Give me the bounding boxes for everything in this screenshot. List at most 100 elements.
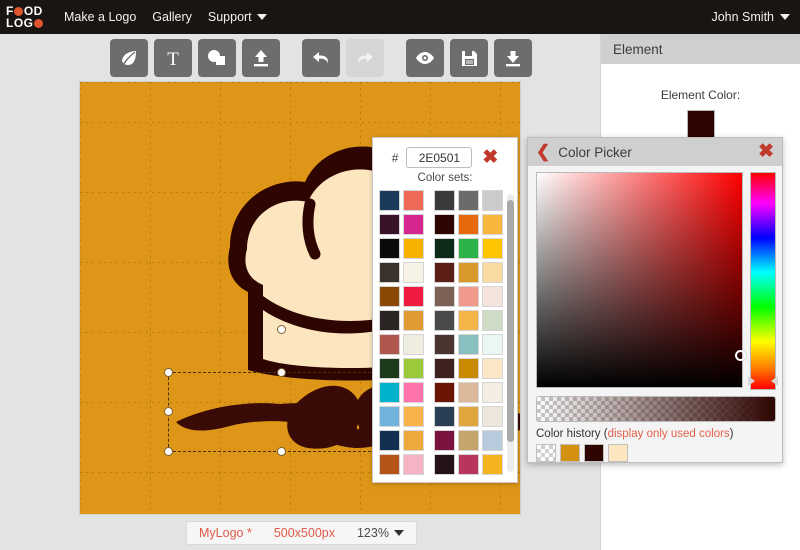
color-swatch[interactable]: [403, 382, 424, 403]
color-swatch[interactable]: [403, 406, 424, 427]
color-swatch[interactable]: [482, 310, 503, 331]
color-swatch[interactable]: [403, 214, 424, 235]
undo-button[interactable]: [302, 39, 340, 77]
color-swatch[interactable]: [403, 238, 424, 259]
color-swatch[interactable]: [403, 190, 424, 211]
hue-slider-thumb[interactable]: [748, 376, 778, 386]
color-swatch[interactable]: [434, 262, 455, 283]
color-swatch[interactable]: [434, 334, 455, 355]
color-swatch[interactable]: [458, 310, 479, 331]
color-swatch[interactable]: [458, 214, 479, 235]
color-swatch[interactable]: [403, 454, 424, 475]
color-swatch[interactable]: [379, 286, 400, 307]
color-swatch[interactable]: [434, 238, 455, 259]
swatch-scrollbar-thumb[interactable]: [507, 200, 514, 442]
color-swatch[interactable]: [458, 406, 479, 427]
color-swatch[interactable]: [482, 214, 503, 235]
color-swatch[interactable]: [482, 190, 503, 211]
color-swatch[interactable]: [482, 382, 503, 403]
color-swatch[interactable]: [379, 214, 400, 235]
color-swatch[interactable]: [379, 454, 400, 475]
hue-slider[interactable]: [750, 172, 776, 390]
color-history-swatch-cream[interactable]: [608, 444, 628, 462]
color-swatch[interactable]: [379, 238, 400, 259]
color-swatch[interactable]: [458, 238, 479, 259]
document-name-label[interactable]: MyLogo *: [199, 526, 252, 540]
color-swatch[interactable]: [434, 286, 455, 307]
hex-color-input[interactable]: [406, 147, 473, 168]
selection-bounding-box[interactable]: [164, 325, 400, 456]
color-swatch[interactable]: [379, 382, 400, 403]
color-history-swatch-orange[interactable]: [560, 444, 580, 462]
nav-item-support[interactable]: Support: [208, 10, 267, 24]
color-swatch[interactable]: [482, 406, 503, 427]
color-swatch[interactable]: [482, 238, 503, 259]
zoom-selector[interactable]: 123%: [357, 526, 404, 540]
color-swatch[interactable]: [458, 286, 479, 307]
text-tool[interactable]: T: [154, 39, 192, 77]
color-swatch[interactable]: [403, 334, 424, 355]
save-icon: [458, 47, 480, 69]
color-swatch[interactable]: [482, 262, 503, 283]
color-swatch[interactable]: [482, 430, 503, 451]
color-history-swatch-transparent[interactable]: [536, 444, 556, 462]
color-swatch[interactable]: [379, 262, 400, 283]
rotate-handle[interactable]: [277, 325, 286, 334]
preview-button[interactable]: [406, 39, 444, 77]
color-swatch[interactable]: [434, 406, 455, 427]
user-menu[interactable]: John Smith: [711, 0, 790, 34]
resize-handle-bottom-center[interactable]: [277, 447, 286, 456]
color-swatch[interactable]: [403, 286, 424, 307]
resize-handle-middle-left[interactable]: [164, 407, 173, 416]
swatch-scroll-area[interactable]: [379, 190, 513, 478]
alpha-slider[interactable]: [536, 396, 776, 422]
color-swatch[interactable]: [434, 310, 455, 331]
color-swatch[interactable]: [458, 454, 479, 475]
saturation-value-area[interactable]: [536, 172, 746, 388]
close-icon[interactable]: ✖: [758, 142, 774, 161]
save-button[interactable]: [450, 39, 488, 77]
element-color-swatch[interactable]: [686, 110, 715, 138]
color-swatch[interactable]: [403, 358, 424, 379]
shapes-tool[interactable]: [198, 39, 236, 77]
color-swatch[interactable]: [403, 310, 424, 331]
color-swatch[interactable]: [379, 190, 400, 211]
resize-handle-bottom-left[interactable]: [164, 447, 173, 456]
color-swatch[interactable]: [458, 382, 479, 403]
color-swatch[interactable]: [434, 382, 455, 403]
color-history-swatch-dark-brown[interactable]: [584, 444, 604, 462]
color-swatch[interactable]: [458, 190, 479, 211]
color-swatch[interactable]: [434, 430, 455, 451]
shape-leaf-tool[interactable]: [110, 39, 148, 77]
color-swatch[interactable]: [379, 430, 400, 451]
color-swatch[interactable]: [379, 358, 400, 379]
back-arrow-icon[interactable]: ❮: [536, 143, 550, 160]
color-swatch[interactable]: [403, 430, 424, 451]
color-swatch[interactable]: [379, 334, 400, 355]
nav-item-make-a-logo[interactable]: Make a Logo: [64, 10, 136, 24]
color-swatch[interactable]: [379, 406, 400, 427]
color-swatch[interactable]: [434, 190, 455, 211]
resize-handle-top-left[interactable]: [164, 368, 173, 377]
color-swatch[interactable]: [482, 454, 503, 475]
color-swatch[interactable]: [379, 310, 400, 331]
color-swatch[interactable]: [403, 262, 424, 283]
close-icon[interactable]: ✖: [482, 148, 498, 167]
download-button[interactable]: [494, 39, 532, 77]
color-swatch[interactable]: [482, 358, 503, 379]
color-swatch[interactable]: [458, 430, 479, 451]
color-swatch[interactable]: [482, 334, 503, 355]
color-swatch[interactable]: [434, 454, 455, 475]
color-swatch[interactable]: [458, 358, 479, 379]
brand-logo[interactable]: F OD LOG: [6, 5, 52, 29]
color-swatch[interactable]: [458, 334, 479, 355]
nav-item-gallery[interactable]: Gallery: [152, 10, 192, 24]
upload-tool[interactable]: [242, 39, 280, 77]
sv-cursor-handle[interactable]: [735, 350, 746, 361]
resize-handle-top-center[interactable]: [277, 368, 286, 377]
swatch-scrollbar[interactable]: [507, 194, 514, 472]
color-swatch[interactable]: [434, 358, 455, 379]
color-swatch[interactable]: [458, 262, 479, 283]
color-swatch[interactable]: [482, 286, 503, 307]
color-swatch[interactable]: [434, 214, 455, 235]
